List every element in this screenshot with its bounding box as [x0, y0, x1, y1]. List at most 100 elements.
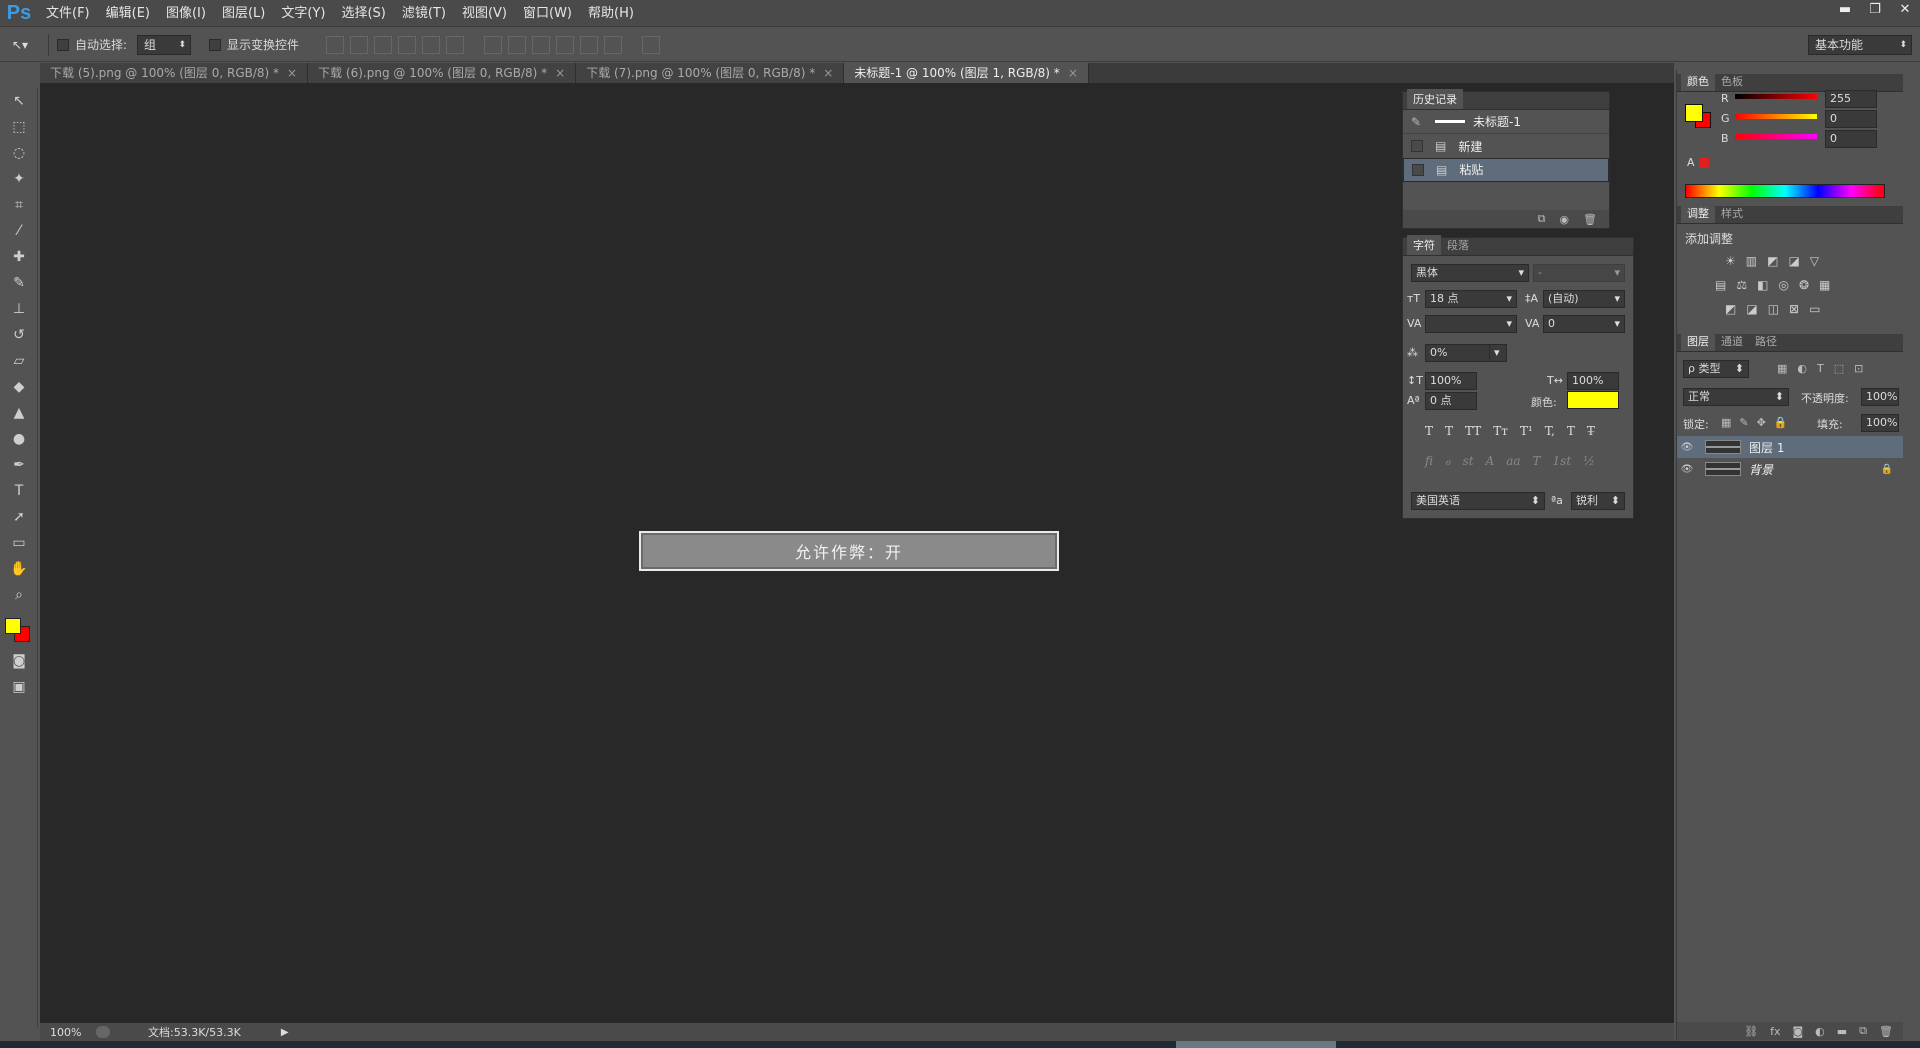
quick-mask-icon[interactable]: ◙	[0, 648, 38, 674]
layers-tab-2[interactable]: 路径	[1749, 331, 1783, 351]
blend-mode-select[interactable]: 正常 ⬍	[1683, 388, 1789, 406]
curves-icon[interactable]: ◩	[1767, 254, 1778, 268]
layers-tab-1[interactable]: 通道	[1715, 331, 1749, 351]
baseline-shift-field[interactable]: 0 点	[1425, 392, 1477, 410]
lock-all-icon[interactable]: 🔒	[1774, 416, 1788, 429]
zoom-tool-icon[interactable]: ⌕	[0, 582, 38, 608]
text-style-button-6[interactable]: T	[1567, 424, 1575, 438]
text-style-button-2[interactable]: TT	[1465, 424, 1481, 438]
menu-item-4[interactable]: 文字(Y)	[273, 0, 333, 27]
auto-align-icon[interactable]	[642, 35, 661, 54]
history-brush-tool-icon[interactable]: ↺	[0, 322, 38, 348]
history-snapshot[interactable]: ✎ 未标题-1	[1403, 110, 1609, 134]
layer-visibility-eye-icon[interactable]: 👁	[1677, 442, 1697, 453]
pen-tool-icon[interactable]: ✒	[0, 452, 38, 478]
distribute-hcenter-icon[interactable]	[580, 35, 599, 54]
filter-shape-icon[interactable]: ⬚	[1834, 362, 1844, 375]
lock-transparent-icon[interactable]: ▦	[1721, 416, 1731, 429]
canvas-banner[interactable]: 允许作弊：开	[639, 531, 1059, 571]
marquee-tool-icon[interactable]: ⬚	[0, 114, 38, 140]
color-spectrum-bar[interactable]	[1685, 184, 1885, 198]
opentype-button-3[interactable]: A	[1486, 454, 1495, 468]
align-top-icon[interactable]	[326, 35, 345, 54]
kerning-field[interactable]: ▾	[1425, 315, 1517, 333]
history-item[interactable]: ▤ 新建	[1403, 134, 1609, 158]
text-style-button-3[interactable]: Tт	[1493, 424, 1508, 438]
tab-close-icon[interactable]: ×	[287, 66, 297, 80]
align-bottom-icon[interactable]	[374, 35, 393, 54]
opacity-field[interactable]: 100%	[1861, 388, 1899, 406]
filter-adjustment-icon[interactable]: ◐	[1797, 362, 1807, 375]
opentype-button-1[interactable]: ℴ	[1445, 454, 1451, 468]
magic-wand-tool-icon[interactable]: ✦	[0, 166, 38, 192]
opentype-button-7[interactable]: ½	[1583, 454, 1595, 468]
channel-value-R[interactable]: 255	[1825, 90, 1877, 108]
brightness-icon[interactable]: ☀	[1725, 254, 1736, 268]
adjust-tab-1[interactable]: 样式	[1715, 203, 1749, 223]
vibrance-icon[interactable]: ▽	[1810, 254, 1819, 268]
layer-style-icon[interactable]: fx	[1770, 1025, 1780, 1038]
tab-close-icon[interactable]: ×	[1068, 66, 1078, 80]
adjust-tab-0[interactable]: 调整	[1681, 203, 1715, 223]
character-tab-1[interactable]: 段落	[1441, 235, 1475, 255]
workspace-dropdown[interactable]: 基本功能 ⬍	[1808, 35, 1912, 55]
menu-item-8[interactable]: 窗口(W)	[515, 0, 580, 27]
path-selection-tool-icon[interactable]: ➚	[0, 504, 38, 530]
foreground-color-swatch[interactable]	[5, 618, 21, 634]
layer-row[interactable]: 👁 图层 1	[1677, 436, 1903, 458]
delete-layer-icon[interactable]: 🗑	[1879, 1025, 1893, 1038]
distribute-top-icon[interactable]	[484, 35, 503, 54]
opentype-button-5[interactable]: T	[1533, 454, 1541, 468]
opentype-button-6[interactable]: 1st	[1553, 454, 1572, 468]
menu-item-7[interactable]: 视图(V)	[454, 0, 515, 27]
text-style-button-7[interactable]: T̶	[1587, 424, 1595, 438]
delete-state-icon[interactable]: 🗑	[1583, 213, 1597, 226]
auto-select-checkbox[interactable]	[57, 38, 69, 51]
distribute-bottom-icon[interactable]	[532, 35, 551, 54]
layer-mask-icon[interactable]: ◙	[1792, 1025, 1803, 1038]
channel-slider-B[interactable]	[1735, 134, 1817, 139]
filter-smart-icon[interactable]: ⊡	[1854, 362, 1863, 375]
distribute-vcenter-icon[interactable]	[508, 35, 527, 54]
opentype-button-4[interactable]: aa	[1506, 454, 1520, 468]
text-style-button-1[interactable]: T	[1445, 424, 1453, 438]
zoom-level[interactable]: 100%	[50, 1026, 90, 1039]
link-layers-icon[interactable]: ⛓	[1744, 1025, 1758, 1038]
blur-tool-icon[interactable]: ▲	[0, 400, 38, 426]
gamut-warning-swatch[interactable]	[1699, 158, 1709, 168]
layer-filter-select[interactable]: ρ 类型 ⬍	[1683, 360, 1749, 378]
history-toggle-checkbox[interactable]	[1412, 164, 1424, 176]
lasso-tool-icon[interactable]: ◌	[0, 140, 38, 166]
align-hcenter-icon[interactable]	[422, 35, 441, 54]
font-size-field[interactable]: 18 点 ▾	[1425, 290, 1517, 308]
align-vcenter-icon[interactable]	[350, 35, 369, 54]
new-document-from-state-icon[interactable]: ⧉	[1538, 212, 1546, 226]
photo-filter-icon[interactable]: ◎	[1778, 278, 1788, 292]
posterize-icon[interactable]: ◪	[1746, 302, 1757, 316]
align-left-icon[interactable]	[398, 35, 417, 54]
healing-brush-tool-icon[interactable]: ✚	[0, 244, 38, 270]
document-tab-0[interactable]: 下载 (5).png @ 100% (图层 0, RGB/8) * ×	[40, 63, 309, 83]
new-layer-icon[interactable]: ⧉	[1859, 1024, 1867, 1038]
threshold-icon[interactable]: ◫	[1768, 302, 1779, 316]
channel-mixer-icon[interactable]: ❂	[1799, 278, 1809, 292]
distribute-left-icon[interactable]	[556, 35, 575, 54]
antialias-select[interactable]: 锐利 ⬍	[1571, 492, 1625, 510]
tab-close-icon[interactable]: ×	[555, 66, 565, 80]
color-swatches[interactable]	[0, 608, 37, 648]
opentype-button-0[interactable]: fi	[1425, 454, 1433, 468]
menu-item-3[interactable]: 图层(L)	[214, 0, 273, 27]
status-info-icon[interactable]	[96, 1026, 110, 1038]
type-tool-icon[interactable]: T	[0, 478, 38, 504]
show-transform-checkbox[interactable]	[209, 38, 222, 51]
selective-color-icon[interactable]: ⊠	[1789, 302, 1799, 316]
color-balance-icon[interactable]: ⚖	[1736, 278, 1747, 292]
history-toggle-checkbox[interactable]	[1411, 140, 1423, 152]
distribute-right-icon[interactable]	[604, 35, 623, 54]
move-tool-preset-icon[interactable]: ↖▾	[0, 38, 40, 52]
lock-pixels-icon[interactable]: ✎	[1739, 416, 1748, 429]
text-style-button-5[interactable]: T,	[1545, 424, 1555, 438]
tsume-field[interactable]: 0%	[1425, 344, 1497, 362]
menu-item-0[interactable]: 文件(F)	[38, 0, 98, 27]
color-tab-0[interactable]: 颜色	[1681, 71, 1715, 91]
